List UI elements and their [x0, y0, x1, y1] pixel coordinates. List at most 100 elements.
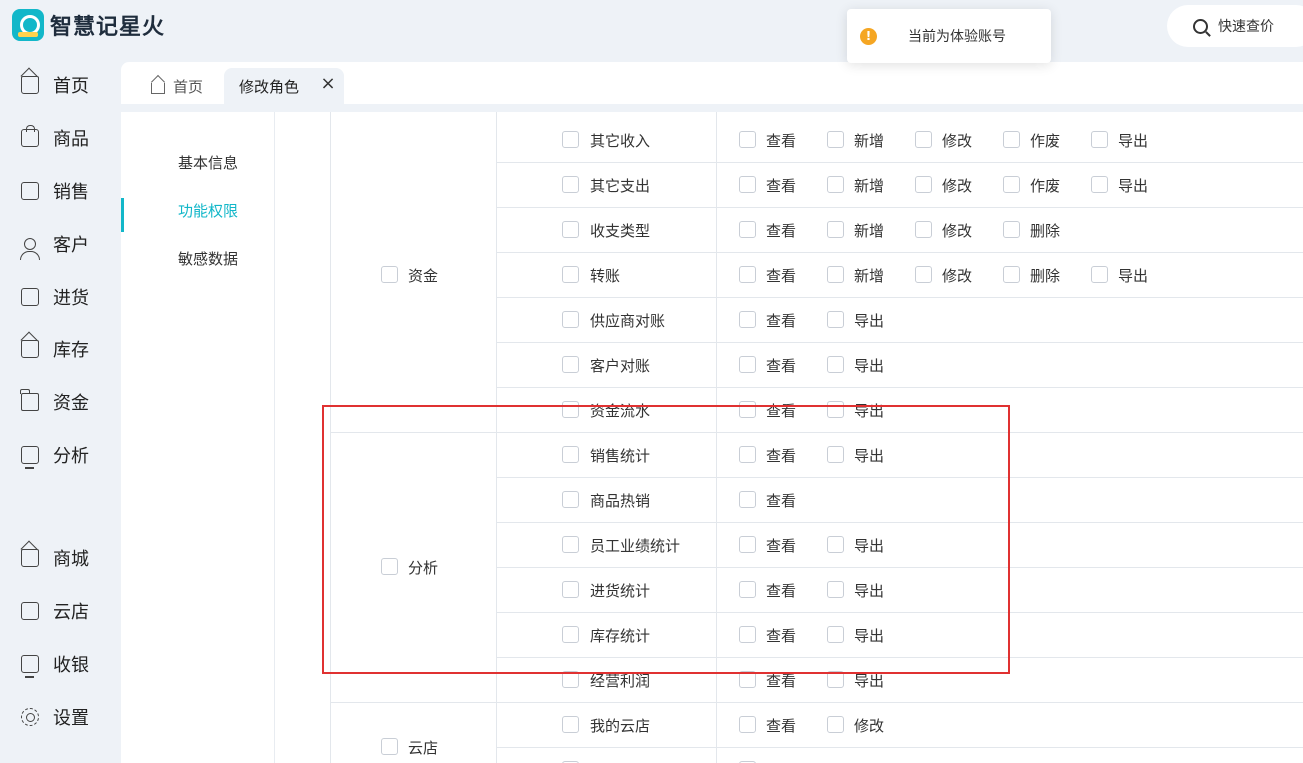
- menu-sensitive-data[interactable]: 敏感数据: [178, 248, 238, 269]
- permission-row-checkbox[interactable]: [562, 175, 579, 193]
- permission-row-checkbox[interactable]: [562, 265, 579, 283]
- sidebar-item-label: 商城: [53, 549, 89, 570]
- permission-action-checkbox[interactable]: [739, 490, 756, 508]
- permission-group-checkbox[interactable]: [381, 558, 398, 575]
- permission-action-checkbox[interactable]: [915, 130, 932, 148]
- user-icon: [20, 238, 40, 260]
- permission-action-checkbox[interactable]: [827, 310, 844, 328]
- sidebar-item-inventory[interactable]: 库存: [0, 329, 121, 369]
- permission-action-checkbox[interactable]: [739, 220, 756, 238]
- permission-action-checkbox[interactable]: [739, 355, 756, 373]
- permission-row-checkbox[interactable]: [562, 670, 579, 688]
- sidebar-item-cloud-store[interactable]: 云店: [0, 591, 121, 631]
- permission-action-checkbox[interactable]: [739, 535, 756, 553]
- sidebar-item-label: 销售: [53, 182, 89, 203]
- permission-row-checkbox[interactable]: [562, 625, 579, 643]
- permission-action-checkbox[interactable]: [1003, 130, 1020, 148]
- permission-action-checkbox[interactable]: [739, 400, 756, 418]
- store-icon: [21, 602, 39, 620]
- permission-row-checkbox[interactable]: [562, 130, 579, 148]
- quick-price-button[interactable]: 快速查价: [1167, 5, 1303, 47]
- permission-action-checkbox[interactable]: [739, 265, 756, 283]
- search-icon: [1193, 18, 1208, 34]
- permission-row-checkbox[interactable]: [562, 400, 579, 418]
- sidebar-item-sales[interactable]: 销售: [0, 171, 121, 211]
- permission-action-checkbox[interactable]: [827, 400, 844, 418]
- permission-action-checkbox[interactable]: [739, 670, 756, 688]
- row-divider: [496, 612, 1303, 613]
- sidebar-item-cashier[interactable]: 收银: [0, 644, 121, 684]
- permission-action-checkbox[interactable]: [915, 175, 932, 193]
- sidebar-item-mall[interactable]: 商城: [0, 538, 121, 578]
- menu-basic-info[interactable]: 基本信息: [178, 152, 238, 173]
- permission-action-checkbox[interactable]: [739, 580, 756, 598]
- permission-row-label: 供应商对账: [590, 311, 666, 330]
- permission-action-checkbox[interactable]: [827, 580, 844, 598]
- permission-action-checkbox[interactable]: [827, 265, 844, 283]
- permission-row-checkbox[interactable]: [562, 220, 579, 238]
- permission-action-label: 修改: [942, 266, 973, 285]
- permission-action-checkbox[interactable]: [827, 445, 844, 463]
- permission-action-checkbox[interactable]: [827, 715, 844, 733]
- permission-action-checkbox[interactable]: [915, 265, 932, 283]
- permission-action-label: 导出: [854, 401, 885, 420]
- permission-action-checkbox[interactable]: [827, 535, 844, 553]
- permission-group-checkbox[interactable]: [381, 265, 398, 283]
- cashier-icon: [21, 655, 39, 678]
- permission-action-checkbox[interactable]: [827, 355, 844, 373]
- sidebar-item-analysis[interactable]: 分析: [0, 435, 121, 475]
- permission-action-label: 修改: [942, 131, 973, 150]
- permission-row-checkbox[interactable]: [562, 445, 579, 463]
- permission-action-checkbox[interactable]: [1003, 175, 1020, 193]
- permission-row-checkbox[interactable]: [562, 715, 579, 733]
- warehouse-icon: [21, 340, 39, 358]
- sidebar-item-customers[interactable]: 客户: [0, 224, 121, 264]
- permission-group-checkbox[interactable]: [381, 738, 398, 755]
- permission-action-label: 修改: [942, 176, 973, 195]
- permission-group-label: 资金: [408, 266, 439, 285]
- permission-action-checkbox[interactable]: [739, 175, 756, 193]
- main-content: 基本信息 功能权限 敏感数据 其它收入 查看 新增 修改 作废 导出 其它支出 查看 新增 修改作…: [121, 112, 1303, 763]
- permission-action-label: 查看: [766, 311, 797, 330]
- permission-action-checkbox[interactable]: [739, 625, 756, 643]
- tab-edit-role[interactable]: 修改角色 ×: [224, 68, 344, 104]
- permission-row-checkbox[interactable]: [562, 580, 579, 598]
- permission-action-label: 导出: [854, 311, 885, 330]
- sidebar-item-home[interactable]: 首页: [0, 65, 121, 105]
- menu-function-permissions[interactable]: 功能权限: [178, 200, 238, 221]
- permission-action-label: 查看: [766, 131, 797, 150]
- permission-action-label: 查看: [766, 266, 797, 285]
- app-logo[interactable]: 智慧记星火: [12, 9, 165, 41]
- warning-icon: !: [860, 27, 877, 45]
- tab-home[interactable]: 首页: [151, 68, 203, 104]
- permission-action-checkbox[interactable]: [827, 175, 844, 193]
- permission-action-checkbox[interactable]: [739, 715, 756, 733]
- permission-action-label: 新增: [854, 176, 885, 195]
- permission-action-checkbox[interactable]: [1091, 130, 1108, 148]
- permission-action-checkbox[interactable]: [915, 220, 932, 238]
- sidebar-item-purchase[interactable]: 进货: [0, 277, 121, 317]
- sidebar-item-settings[interactable]: 设置: [0, 697, 121, 737]
- permission-action-checkbox[interactable]: [739, 310, 756, 328]
- permission-action-checkbox[interactable]: [827, 220, 844, 238]
- permission-action-checkbox[interactable]: [1091, 265, 1108, 283]
- permission-row-checkbox[interactable]: [562, 310, 579, 328]
- permission-action-checkbox[interactable]: [739, 130, 756, 148]
- permission-row-checkbox[interactable]: [562, 355, 579, 373]
- permission-action-checkbox[interactable]: [827, 130, 844, 148]
- row-divider: [496, 207, 1303, 208]
- permission-action-checkbox[interactable]: [1003, 265, 1020, 283]
- permission-action-checkbox[interactable]: [827, 625, 844, 643]
- sidebar-item-products[interactable]: 商品: [0, 118, 121, 158]
- close-icon[interactable]: ×: [320, 75, 336, 93]
- sidebar-item-funds[interactable]: 资金: [0, 382, 121, 422]
- permission-action-label: 导出: [854, 581, 885, 600]
- permission-action-checkbox[interactable]: [1003, 220, 1020, 238]
- permission-action-checkbox[interactable]: [739, 445, 756, 463]
- permission-row-checkbox[interactable]: [562, 535, 579, 553]
- permission-action-label: 查看: [766, 671, 797, 690]
- permission-action-label: 新增: [854, 266, 885, 285]
- permission-action-checkbox[interactable]: [827, 670, 844, 688]
- permission-action-checkbox[interactable]: [1091, 175, 1108, 193]
- permission-row-checkbox[interactable]: [562, 490, 579, 508]
